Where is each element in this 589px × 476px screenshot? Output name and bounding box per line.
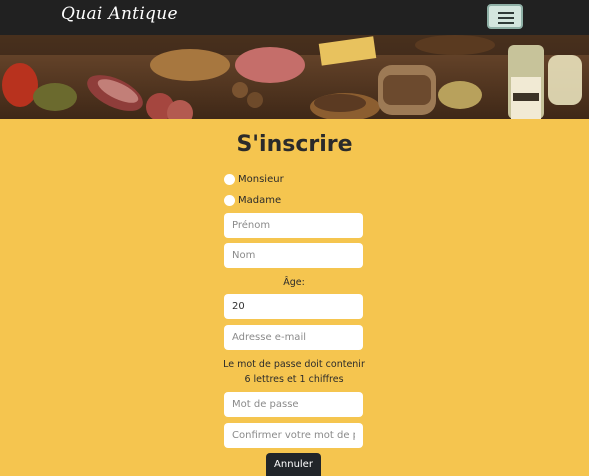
hamburger-menu-icon (498, 12, 514, 14)
password-field[interactable] (224, 392, 363, 417)
radio-label-madame: Madame (238, 194, 282, 206)
age-field[interactable] (224, 294, 363, 319)
last-name-field[interactable] (224, 243, 363, 268)
hamburger-bar (498, 17, 514, 19)
radio-button-madame[interactable] (224, 194, 235, 206)
confirm-password-field[interactable] (224, 423, 363, 448)
hamburger-menu-button[interactable] (487, 4, 523, 29)
password-rule-line2: 6 lettres et 1 chiffres (244, 374, 344, 385)
radio-button-monsieur[interactable] (224, 173, 235, 185)
radio-monsieur[interactable]: Monsieur (224, 172, 284, 186)
radio-madame[interactable]: Madame (224, 193, 281, 207)
navbar: Quai Antique (0, 0, 589, 35)
password-rule-line1: Le mot de passe doit contenir (223, 359, 365, 370)
page-title: S'inscrire (236, 132, 353, 157)
cancel-button[interactable]: Annuler (266, 453, 321, 476)
brand-logo[interactable]: Quai Antique (61, 4, 178, 24)
first-name-field[interactable] (224, 213, 363, 238)
email-field[interactable] (224, 325, 363, 350)
radio-label-monsieur: Monsieur (238, 173, 284, 185)
charcuterie-banner-image (0, 35, 589, 119)
hero-banner-image (0, 35, 589, 119)
age-label: Âge: (283, 277, 305, 288)
hamburger-bar (498, 22, 514, 24)
